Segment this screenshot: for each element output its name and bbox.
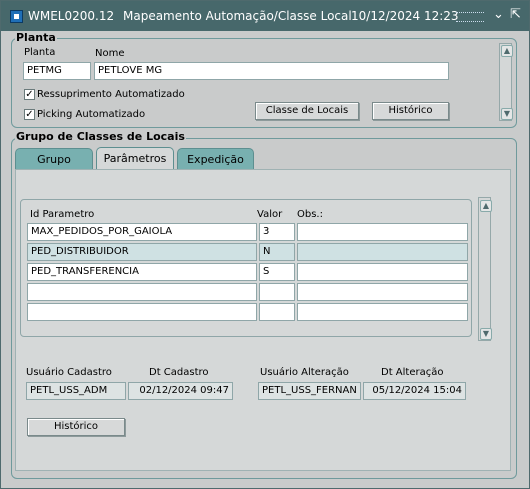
maximize-icon[interactable]: ⇱ — [510, 8, 521, 22]
scroll-up-icon[interactable]: ▲ — [480, 200, 492, 212]
app-icon — [10, 10, 23, 23]
usuario-cadastro-label: Usuário Cadastro — [26, 367, 112, 378]
minimize-icon[interactable]: ⌄ — [493, 8, 504, 22]
tab-parametros[interactable]: Parâmetros — [96, 147, 174, 170]
tab-grupo[interactable]: Grupo — [15, 148, 93, 169]
row-1-obs[interactable] — [297, 223, 468, 241]
planta-field[interactable]: PETMG — [23, 62, 91, 80]
scroll-down-icon[interactable]: ▼ — [480, 328, 492, 340]
picking-label: Picking Automatizado — [37, 109, 146, 120]
classe-de-locais-button[interactable]: Classe de Locais — [255, 102, 359, 120]
row-4-id[interactable] — [27, 283, 257, 301]
row-5-valor[interactable] — [259, 303, 295, 321]
ressuprimento-checkbox[interactable]: ✓ — [24, 89, 35, 100]
row-5-id[interactable] — [27, 303, 257, 321]
planta-label: Planta — [24, 47, 56, 58]
column-header-valor: Valor — [257, 209, 283, 220]
grupo-historico-button[interactable]: Histórico — [27, 418, 125, 436]
dt-cadastro-label: Dt Cadastro — [149, 367, 209, 378]
dt-alteracao-label: Dt Alteração — [381, 367, 444, 378]
scroll-down-icon[interactable]: ▼ — [501, 108, 513, 120]
nome-label: Nome — [95, 48, 125, 59]
tab-expedicao[interactable]: Expedição — [177, 148, 254, 169]
dt-cadastro-field[interactable]: 02/12/2024 09:47 — [128, 382, 233, 400]
title-bar[interactable]: WMEL0200.12 Mapeamento Automação/Classe … — [1, 1, 529, 31]
grupo-section-title: Grupo de Classes de Locais — [15, 130, 186, 143]
row-2-id[interactable]: PED_DISTRIBUIDOR — [27, 243, 257, 261]
row-1-valor[interactable]: 3 — [259, 223, 295, 241]
row-5-obs[interactable] — [297, 303, 468, 321]
title-grip-icon — [456, 12, 484, 22]
table-scrollbar[interactable]: ▲ ▼ — [478, 197, 492, 341]
column-header-id: Id Parametro — [30, 209, 95, 220]
picking-checkbox[interactable]: ✓ — [24, 109, 35, 120]
usuario-cadastro-field[interactable]: PETL_USS_ADM — [26, 382, 126, 400]
planta-historico-button[interactable]: Histórico — [372, 102, 449, 120]
row-2-valor[interactable]: N — [259, 243, 295, 261]
row-3-obs[interactable] — [297, 263, 468, 281]
planta-section-title: Planta — [15, 31, 57, 44]
nome-field[interactable]: PETLOVE MG — [94, 62, 449, 80]
scroll-up-icon[interactable]: ▲ — [501, 45, 513, 57]
form-id: WMEL0200.12 — [28, 9, 115, 23]
column-header-obs: Obs.: — [297, 209, 323, 220]
row-3-id[interactable]: PED_TRANSFERENCIA — [27, 263, 257, 281]
dt-alteracao-field[interactable]: 05/12/2024 15:04 — [363, 382, 466, 400]
row-2-obs[interactable] — [297, 243, 468, 261]
ressuprimento-label: Ressuprimento Automatizado — [37, 89, 185, 100]
row-4-obs[interactable] — [297, 283, 468, 301]
row-1-id[interactable]: MAX_PEDIDOS_POR_GAIOLA — [27, 223, 257, 241]
row-4-valor[interactable] — [259, 283, 295, 301]
planta-scrollbar[interactable]: ▲ ▼ — [499, 43, 513, 121]
usuario-alteracao-field[interactable]: PETL_USS_FERNAN — [258, 382, 361, 400]
window-datetime: 10/12/2024 12:23 — [351, 9, 459, 23]
row-3-valor[interactable]: S — [259, 263, 295, 281]
application-window: WMEL0200.12 Mapeamento Automação/Classe … — [0, 0, 530, 489]
usuario-alteracao-label: Usuário Alteração — [260, 367, 349, 378]
window-title: Mapeamento Automação/Classe Local — [123, 9, 352, 23]
